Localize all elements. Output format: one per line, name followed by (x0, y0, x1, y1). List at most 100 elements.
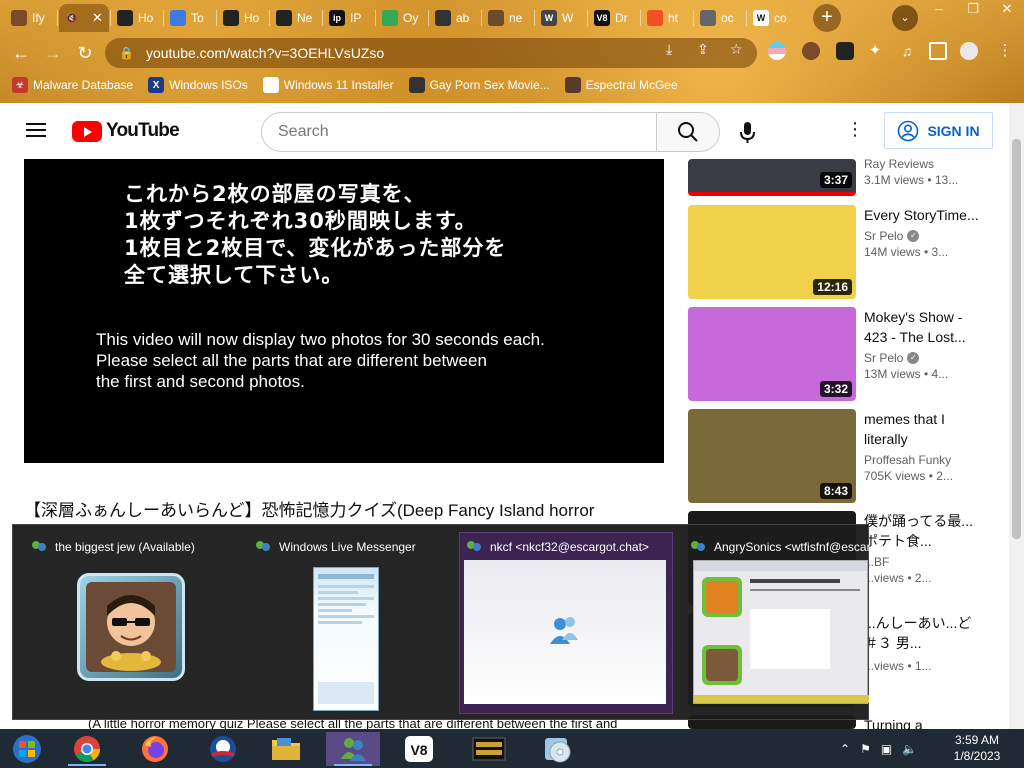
forward-icon[interactable]: → (40, 40, 66, 66)
browser-tab[interactable]: Ho (112, 4, 162, 32)
channel-name[interactable]: Sr Pelo (864, 229, 903, 243)
tab-label: ht (668, 11, 679, 25)
taskbar-file-explorer[interactable] (259, 732, 313, 766)
view-count: 14M views • 3... (864, 245, 949, 259)
video-player[interactable]: これから2枚の部屋の写真を、 1枚ずつそれぞれ30秒間映します。 1枚目と2枚目… (24, 159, 664, 463)
address-bar[interactable]: 🔒 youtube.com/watch?v=3OEHLVsUZso (105, 38, 757, 68)
youtube-play-icon (72, 120, 102, 142)
search-button[interactable] (656, 112, 720, 152)
minimize-button[interactable]: – (922, 0, 956, 20)
bookmark-item[interactable]: ☣ Malware Database (12, 77, 133, 93)
tab-favicon-icon (223, 10, 239, 26)
volume-icon[interactable]: 🔈 (902, 742, 917, 756)
browser-tab[interactable]: Ho (218, 4, 268, 32)
tab-label: IP (350, 11, 362, 25)
channel-name[interactable]: Ray Reviews (864, 159, 934, 171)
hamburger-menu-icon[interactable] (24, 119, 48, 143)
channel-name[interactable]: Proffesah Funky (864, 453, 951, 467)
search-input[interactable] (278, 123, 638, 141)
tab-search-button[interactable]: ⌄ (892, 5, 918, 31)
browser-tab[interactable]: ab (430, 4, 480, 32)
browser-tab[interactable]: Oy (377, 4, 427, 32)
voice-search-button[interactable] (730, 112, 766, 152)
browser-tab[interactable]: ne (483, 4, 533, 32)
search-icon (678, 122, 698, 142)
scrollbar-thumb[interactable] (1012, 139, 1021, 539)
messenger-icon (466, 539, 482, 555)
related-video-title[interactable]: Turning a (864, 715, 984, 729)
sign-in-button[interactable]: SIGN IN (884, 112, 993, 149)
related-video-title[interactable]: Mokey's Show - 423 - The Lost... (864, 307, 984, 347)
bookmark-item[interactable]: Windows 11 Installer (262, 77, 394, 93)
install-app-icon[interactable]: ⤓ (666, 41, 672, 58)
browser-tab[interactable]: 🔇 ✕ (59, 4, 109, 32)
taskbar-v8-app[interactable]: V8 (392, 732, 446, 766)
chrome-menu-icon[interactable]: ⋮ (996, 42, 1014, 60)
side-panel-icon[interactable] (929, 42, 947, 60)
page-scrollbar[interactable] (1009, 103, 1024, 729)
media-control-icon[interactable]: ♫ (898, 42, 916, 60)
browser-tab[interactable]: oc (695, 4, 745, 32)
video-thumbnail[interactable]: 3:37 (688, 159, 856, 196)
tab-favicon-icon (11, 10, 27, 26)
peek-window-1[interactable]: the biggest jew (Available) (25, 533, 237, 713)
bookmark-item[interactable]: Espectral McGee (564, 77, 678, 93)
bookmark-item[interactable]: Gay Porn Sex Movie... (408, 77, 550, 93)
extensions-puzzle-icon[interactable]: ✦ (866, 42, 884, 60)
browser-tab[interactable]: ht (642, 4, 692, 32)
tab-separator (587, 10, 588, 26)
search-field[interactable] (261, 112, 657, 152)
new-tab-button[interactable]: + (813, 4, 841, 32)
bookmark-item[interactable]: X Windows ISOs (148, 77, 248, 93)
peek-window-3-active[interactable]: nkcf <nkcf32@escargot.chat> (459, 532, 673, 714)
browser-tab[interactable]: Wco (748, 4, 798, 32)
video-thumbnail[interactable]: 3:32 (688, 307, 856, 401)
bookmark-star-icon[interactable]: ☆ (730, 41, 743, 58)
taskbar-disc-app[interactable] (530, 732, 584, 766)
network-icon[interactable]: ▣ (881, 742, 892, 756)
back-icon[interactable]: ← (8, 40, 34, 66)
video-thumbnail[interactable]: 8:43 (688, 409, 856, 503)
close-window-button[interactable]: ✕ (990, 0, 1024, 20)
related-video-item[interactable]: 8:43 memes that I literally Proffesah Funk… (688, 409, 998, 503)
msn-buddy-icon (550, 617, 578, 644)
taskbar-obama-app[interactable] (196, 732, 250, 766)
browser-tab[interactable]: To (165, 4, 215, 32)
related-video-item[interactable]: 12:16 Every StoryTime... Sr Pelo ✓ 14M views… (688, 205, 998, 299)
related-video-item[interactable]: 3:32 Mokey's Show - 423 - The Lost... Sr P… (688, 307, 998, 401)
more-options-icon[interactable]: ⋮ (843, 119, 867, 143)
warning-screen-icon (472, 737, 506, 761)
browser-tab[interactable]: ip IP (324, 4, 374, 32)
show-hidden-icons-icon[interactable]: ⌃ (840, 742, 850, 756)
video-thumbnail[interactable]: 12:16 (688, 205, 856, 299)
taskbar-firefox[interactable] (128, 732, 182, 766)
taskbar-warning-app[interactable] (462, 732, 516, 766)
youtube-logo[interactable]: YouTube (72, 120, 180, 142)
related-video-item[interactable]: 3:37 Ray Reviews 3.1M views • 13... (688, 159, 998, 196)
peek-window-4[interactable]: AngrySonics <wtfisfnf@escargo... (684, 533, 896, 713)
related-video-title[interactable]: memes that I literally (864, 409, 984, 449)
restore-button[interactable]: ❐ (956, 0, 990, 20)
channel-name[interactable]: Sr Pelo (864, 351, 903, 365)
taskbar-windows-live-messenger[interactable] (326, 732, 380, 766)
peek-title: Windows Live Messenger (279, 540, 416, 554)
extension-flag-icon[interactable] (768, 42, 786, 60)
browser-tab[interactable]: Ne (271, 4, 321, 32)
start-button[interactable] (0, 732, 54, 766)
taskbar-clock[interactable]: 3:59 AM 1/8/2023 (937, 732, 1017, 764)
taskbar-chrome[interactable] (60, 732, 114, 766)
reload-icon[interactable]: ↻ (72, 40, 98, 66)
related-video-title[interactable]: Every StoryTime... (864, 205, 984, 225)
share-icon[interactable]: ⇪ (697, 41, 709, 58)
browser-tab[interactable]: WW (536, 4, 586, 32)
profile-icon[interactable] (960, 42, 978, 60)
messenger-contact-list-preview (313, 567, 379, 711)
browser-tab[interactable]: Ify (6, 4, 56, 32)
extension-glasses-icon[interactable] (836, 42, 854, 60)
browser-tab[interactable]: V8 Dr (589, 4, 639, 32)
extension-avatar-icon[interactable] (802, 42, 820, 60)
tab-close-icon[interactable]: ✕ (92, 10, 103, 26)
peek-window-2[interactable]: Windows Live Messenger (249, 533, 461, 713)
tab-separator (322, 10, 323, 26)
action-center-flag-icon[interactable]: ⚑ (860, 742, 871, 756)
